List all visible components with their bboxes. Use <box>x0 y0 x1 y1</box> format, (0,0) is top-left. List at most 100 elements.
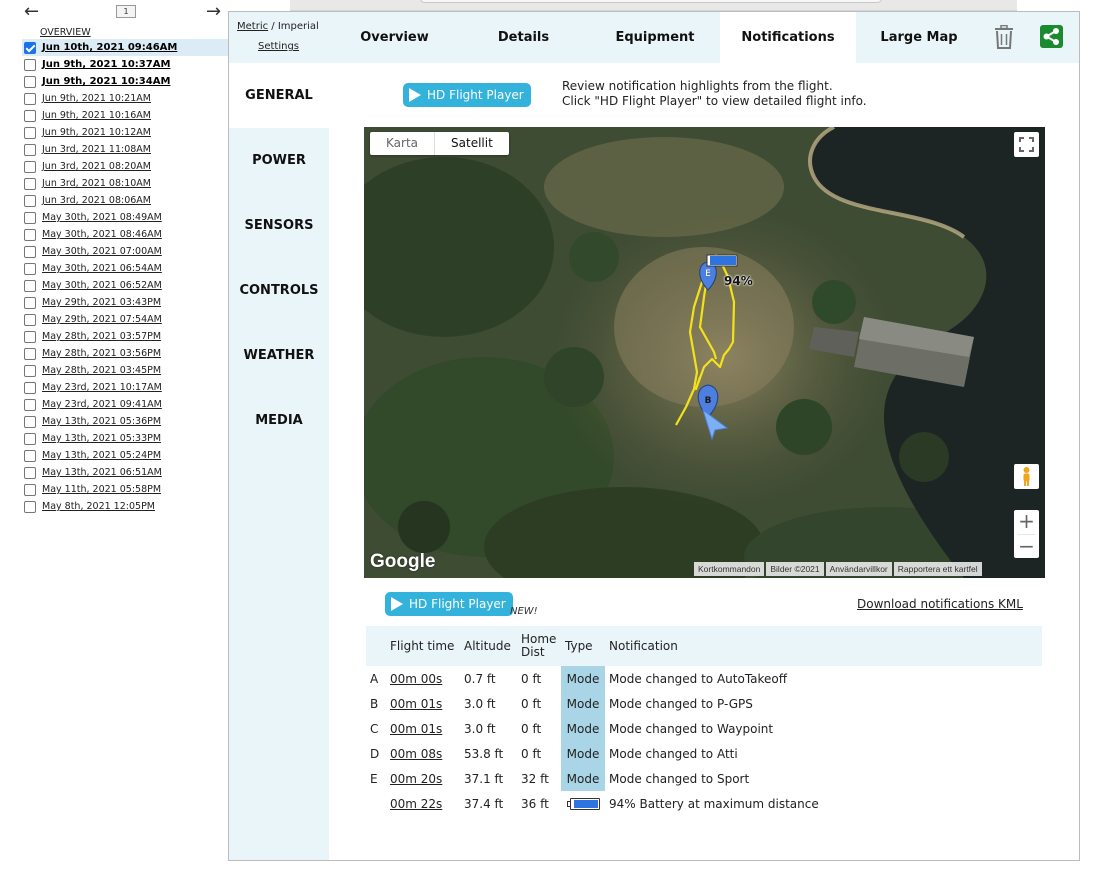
cell-flight-time[interactable]: 00m 20s <box>386 766 460 791</box>
flight-link[interactable]: May 23rd, 2021 09:41AM <box>42 399 162 410</box>
pegman-icon[interactable] <box>1014 464 1039 489</box>
arrow-right-icon[interactable]: → <box>206 3 221 21</box>
flight-list-item[interactable]: May 29th, 2021 03:43PM <box>22 294 228 311</box>
flight-checkbox[interactable] <box>24 245 36 258</box>
flight-link[interactable]: May 28th, 2021 03:56PM <box>42 348 161 359</box>
cell-flight-time[interactable]: 00m 00s <box>386 666 460 691</box>
overview-link[interactable]: OVERVIEW <box>40 27 91 38</box>
zoom-in-button[interactable]: + <box>1014 510 1039 534</box>
flight-list-item[interactable]: Jun 10th, 2021 09:46AM <box>22 39 228 56</box>
flight-link[interactable]: Jun 3rd, 2021 08:10AM <box>42 178 151 189</box>
cell-flight-time-text[interactable]: 00m 01s <box>390 697 442 711</box>
flight-list-item[interactable]: May 30th, 2021 08:49AM <box>22 209 228 226</box>
flight-checkbox[interactable] <box>24 211 36 224</box>
flight-list-item[interactable]: Jun 9th, 2021 10:21AM <box>22 90 228 107</box>
flight-list-item[interactable]: Jun 9th, 2021 10:34AM <box>22 73 228 90</box>
flight-link[interactable]: May 23rd, 2021 10:17AM <box>42 382 162 393</box>
cell-flight-time-text[interactable]: 00m 01s <box>390 722 442 736</box>
flight-checkbox[interactable] <box>24 279 36 292</box>
flight-link[interactable]: May 29th, 2021 07:54AM <box>42 314 162 325</box>
flight-checkbox[interactable] <box>24 398 36 411</box>
flight-list-item[interactable]: Jun 9th, 2021 10:16AM <box>22 107 228 124</box>
flight-checkbox[interactable] <box>24 92 36 105</box>
tab-large-map[interactable]: Large Map <box>869 12 969 63</box>
flight-checkbox[interactable] <box>24 228 36 241</box>
flight-checkbox[interactable] <box>24 381 36 394</box>
flight-link[interactable]: Jun 9th, 2021 10:12AM <box>42 127 151 138</box>
side-nav-controls[interactable]: CONTROLS <box>229 283 329 298</box>
flight-link[interactable]: May 30th, 2021 07:00AM <box>42 246 162 257</box>
flight-link[interactable]: May 29th, 2021 03:43PM <box>42 297 161 308</box>
flight-checkbox[interactable] <box>24 58 36 71</box>
flight-link[interactable]: Jun 10th, 2021 09:46AM <box>42 42 177 53</box>
side-nav-media[interactable]: MEDIA <box>229 413 329 428</box>
flight-checkbox[interactable] <box>24 177 36 190</box>
flight-checkbox[interactable] <box>24 143 36 156</box>
flight-list-item[interactable]: May 28th, 2021 03:56PM <box>22 345 228 362</box>
flight-list-item[interactable]: May 13th, 2021 05:36PM <box>22 413 228 430</box>
download-kml-link[interactable]: Download notifications KML <box>857 597 1023 611</box>
flight-checkbox[interactable] <box>24 41 36 54</box>
tab-details[interactable]: Details <box>472 12 575 63</box>
flight-list-item[interactable]: Jun 3rd, 2021 08:06AM <box>22 192 228 209</box>
keyboard-shortcuts-link[interactable]: Kortkommandon <box>694 562 765 576</box>
side-nav-sensors[interactable]: SENSORS <box>229 218 329 233</box>
side-nav-power[interactable]: POWER <box>229 153 329 168</box>
flight-link[interactable]: May 30th, 2021 06:54AM <box>42 263 162 274</box>
arrow-left-icon[interactable]: ← <box>24 3 39 21</box>
flight-link[interactable]: Jun 9th, 2021 10:37AM <box>42 59 170 70</box>
tab-equipment[interactable]: Equipment <box>599 12 711 63</box>
flight-link[interactable]: Jun 9th, 2021 10:21AM <box>42 93 151 104</box>
tab-notifications[interactable]: Notifications <box>720 12 856 63</box>
flight-list-item[interactable]: May 11th, 2021 05:58PM <box>22 481 228 498</box>
flight-list-item[interactable]: May 13th, 2021 06:51AM <box>22 464 228 481</box>
hd-flight-player-button[interactable]: HD Flight Player <box>403 83 531 107</box>
flight-checkbox[interactable] <box>24 109 36 122</box>
cell-flight-time[interactable]: 00m 08s <box>386 741 460 766</box>
flight-list-item[interactable]: May 13th, 2021 05:33PM <box>22 430 228 447</box>
flight-checkbox[interactable] <box>24 466 36 479</box>
cell-flight-time-text[interactable]: 00m 00s <box>390 672 442 686</box>
flight-checkbox[interactable] <box>24 364 36 377</box>
flight-link[interactable]: May 13th, 2021 05:36PM <box>42 416 161 427</box>
flight-link[interactable]: May 13th, 2021 05:33PM <box>42 433 161 444</box>
cell-flight-time[interactable]: 00m 01s <box>386 691 460 716</box>
flight-checkbox[interactable] <box>24 500 36 513</box>
hd-flight-player-button-2[interactable]: HD Flight Player <box>385 592 513 616</box>
map-type-satellit[interactable]: Satellit <box>434 132 509 155</box>
flight-list-item[interactable]: May 28th, 2021 03:57PM <box>22 328 228 345</box>
flight-checkbox[interactable] <box>24 347 36 360</box>
flight-link[interactable]: May 30th, 2021 08:49AM <box>42 212 162 223</box>
flight-link[interactable]: Jun 3rd, 2021 11:08AM <box>42 144 151 155</box>
cell-flight-time[interactable]: 00m 01s <box>386 716 460 741</box>
flight-list-item[interactable]: May 28th, 2021 03:45PM <box>22 362 228 379</box>
terms-link[interactable]: Användarvillkor <box>825 562 892 576</box>
flight-checkbox[interactable] <box>24 330 36 343</box>
flight-checkbox[interactable] <box>24 160 36 173</box>
flight-list-item[interactable]: May 23rd, 2021 10:17AM <box>22 379 228 396</box>
report-error-link[interactable]: Rapportera ett kartfel <box>893 562 982 576</box>
flight-list-item[interactable]: Jun 3rd, 2021 08:10AM <box>22 175 228 192</box>
flight-checkbox[interactable] <box>24 313 36 326</box>
flight-list-item[interactable]: Jun 3rd, 2021 11:08AM <box>22 141 228 158</box>
flight-checkbox[interactable] <box>24 483 36 496</box>
flight-link[interactable]: May 11th, 2021 05:58PM <box>42 484 161 495</box>
flight-list-item[interactable]: May 29th, 2021 07:54AM <box>22 311 228 328</box>
flight-link[interactable]: Jun 9th, 2021 10:16AM <box>42 110 151 121</box>
flight-link[interactable]: Jun 9th, 2021 10:34AM <box>42 76 170 87</box>
tab-overview[interactable]: Overview <box>343 12 446 63</box>
flight-checkbox[interactable] <box>24 262 36 275</box>
cell-flight-time-text[interactable]: 00m 08s <box>390 747 442 761</box>
flight-link[interactable]: May 30th, 2021 08:46AM <box>42 229 162 240</box>
share-icon[interactable] <box>1040 25 1063 48</box>
flight-link[interactable]: May 13th, 2021 05:24PM <box>42 450 161 461</box>
flight-list-item[interactable]: Jun 9th, 2021 10:12AM <box>22 124 228 141</box>
flight-list-item[interactable]: May 8th, 2021 12:05PM <box>22 498 228 515</box>
flight-checkbox[interactable] <box>24 415 36 428</box>
zoom-out-button[interactable]: − <box>1014 535 1039 559</box>
flight-link[interactable]: May 28th, 2021 03:45PM <box>42 365 161 376</box>
flight-link[interactable]: Jun 3rd, 2021 08:06AM <box>42 195 151 206</box>
flight-list-item[interactable]: May 30th, 2021 06:52AM <box>22 277 228 294</box>
cell-flight-time-text[interactable]: 00m 22s <box>390 797 442 811</box>
side-nav-general[interactable]: GENERAL <box>229 88 329 103</box>
